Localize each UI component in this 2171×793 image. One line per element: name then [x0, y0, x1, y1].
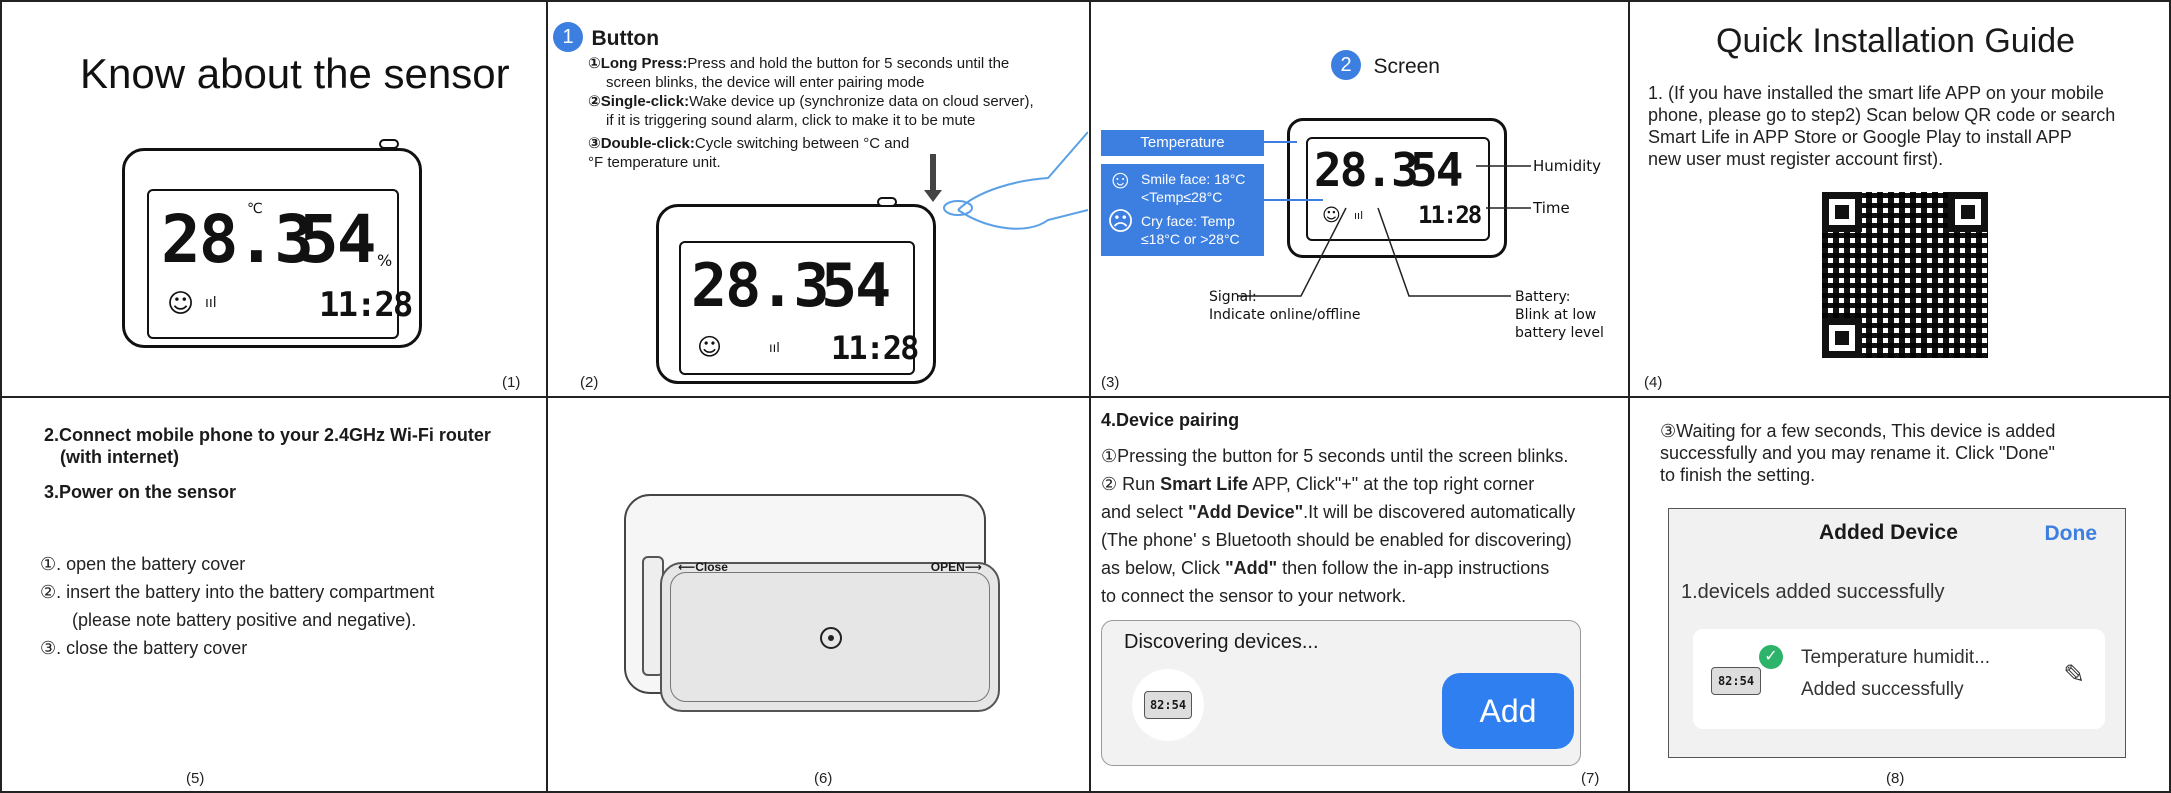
- panel-number: (4): [1644, 374, 1663, 391]
- guide-text: 1. (If you have installed the smart life…: [1648, 83, 2116, 169]
- qr-finder: [1822, 318, 1862, 358]
- button-heading: 1 Button: [553, 22, 659, 52]
- panel-device-pairing: 4.Device pairing ①Pressing the button fo…: [1091, 398, 1628, 793]
- screen-title: Added Device: [1819, 521, 1958, 544]
- time-readout: 11:28: [319, 285, 413, 325]
- step-item: ②. insert the battery into the battery c…: [40, 582, 435, 602]
- section-title: Button: [591, 26, 660, 50]
- connect-heading: 2.Connect mobile phone to your 2.4GHz Wi…: [44, 425, 491, 467]
- panel-power-on: 2.Connect mobile phone to your 2.4GHz Wi…: [0, 398, 546, 793]
- instruction-line: ②Single-click:Wake device up (synchroniz…: [588, 93, 1034, 110]
- step-item: ③. close the battery cover: [40, 638, 248, 658]
- sensor-device: 28.3 ℃ 54 % ☺ ııl 11:28: [122, 139, 422, 348]
- done-button[interactable]: Done: [2045, 522, 2098, 546]
- signal-icon: ııl: [205, 295, 217, 311]
- panel-added-device: ③Waiting for a few seconds, This device …: [1630, 398, 2171, 793]
- device-status: Added successfully: [1801, 679, 1964, 700]
- sensor-device: 28.3 54 ☺ ııl 11:28: [656, 197, 936, 384]
- panel-number: (7): [1581, 770, 1600, 787]
- smile-icon: ☺: [167, 289, 195, 319]
- discovering-card: Discovering devices... 82:54 Add: [1101, 620, 1581, 766]
- device-name: Temperature humidit...: [1801, 647, 1991, 668]
- step-item: (please note battery positive and negati…: [72, 610, 417, 630]
- panel-number: (2): [580, 374, 599, 391]
- pairing-text: ①Pressing the button for 5 seconds until…: [1101, 446, 1576, 606]
- device-button: [379, 139, 399, 149]
- instruction-line: ①Long Press:Press and hold the button fo…: [588, 55, 1010, 72]
- battery-label: Battery: Blink at low battery level: [1515, 289, 1604, 341]
- panel-number: (3): [1101, 374, 1120, 391]
- panel-number: (6): [814, 770, 833, 787]
- temp-readout: 28.3: [161, 201, 314, 278]
- lcd-screen: 28.3 54 ☺ ııl 11:28: [679, 241, 919, 375]
- panel-number: (1): [502, 374, 521, 391]
- panel-install-guide: Quick Installation Guide 1. (If you have…: [1630, 0, 2171, 396]
- battery-cover[interactable]: ⟵Close OPEN⟶: [660, 560, 1000, 712]
- added-device-screen: Added Device Done 1.devicels added succe…: [1668, 508, 2126, 758]
- open-label: OPEN⟶: [930, 560, 982, 574]
- panel-number: (5): [186, 770, 205, 787]
- step-badge: 1: [553, 22, 583, 52]
- power-heading: 3.Power on the sensor: [44, 482, 237, 502]
- instruction-line: screen blinks, the device will enter pai…: [606, 74, 925, 91]
- device-thumbnail: 82:54: [1132, 669, 1204, 741]
- qr-finder: [1948, 192, 1988, 232]
- panel-number: (8): [1886, 770, 1905, 787]
- panel-battery-cover: ⟵Close OPEN⟶ (6): [548, 398, 1089, 793]
- guide-title: Quick Installation Guide: [1716, 22, 2076, 60]
- discovering-title: Discovering devices...: [1124, 631, 1319, 653]
- percent-label: %: [377, 251, 393, 270]
- mini-sensor: 82:54: [1711, 667, 1761, 695]
- signal-label: Signal: Indicate online/offline: [1209, 289, 1361, 323]
- qr-finder: [1822, 192, 1862, 232]
- added-count: 1.devicels added successfully: [1681, 581, 1945, 603]
- added-text: ③Waiting for a few seconds, This device …: [1660, 421, 2056, 485]
- humidity-label: Humidity: [1533, 157, 1602, 175]
- panel-screen: 2 Screen Temperature ☺ Smile face: 18°C …: [1091, 0, 1628, 396]
- panel-title: Know about the sensor: [80, 50, 510, 97]
- add-button[interactable]: Add: [1442, 673, 1574, 749]
- device-row[interactable]: 82:54 ✓ Temperature humidit... Added suc…: [1693, 629, 2105, 729]
- battery-steps: ①. open the battery cover ②. insert the …: [40, 550, 434, 662]
- cover-screw-icon: [820, 627, 842, 649]
- time-label: Time: [1533, 199, 1570, 217]
- close-label: ⟵Close: [678, 560, 728, 574]
- mini-sensor: 82:54: [1144, 691, 1192, 719]
- time-readout: 11:28: [831, 329, 919, 367]
- unit-label: ℃: [247, 201, 263, 217]
- humidity-readout: 54: [299, 201, 376, 278]
- lcd-screen: 28.3 ℃ 54 % ☺ ııl 11:28: [147, 189, 413, 339]
- step-item: ①. open the battery cover: [40, 554, 246, 574]
- signal-icon: ııl: [769, 341, 780, 356]
- edit-pencil-icon[interactable]: ✎: [2063, 659, 2085, 690]
- humidity-readout: 54: [821, 251, 891, 321]
- qr-code-icon: [1822, 192, 1988, 358]
- panel-button: 1 Button ①Long Press:Press and hold the …: [548, 0, 1089, 396]
- panel-know-sensor: Know about the sensor 28.3 ℃ 54 % ☺ ııl …: [0, 0, 546, 396]
- check-icon: ✓: [1759, 645, 1783, 669]
- temp-readout: 28.3: [691, 251, 829, 321]
- device-button: [877, 197, 897, 207]
- pairing-heading: 4.Device pairing: [1101, 410, 1240, 430]
- smile-icon: ☺: [697, 333, 723, 361]
